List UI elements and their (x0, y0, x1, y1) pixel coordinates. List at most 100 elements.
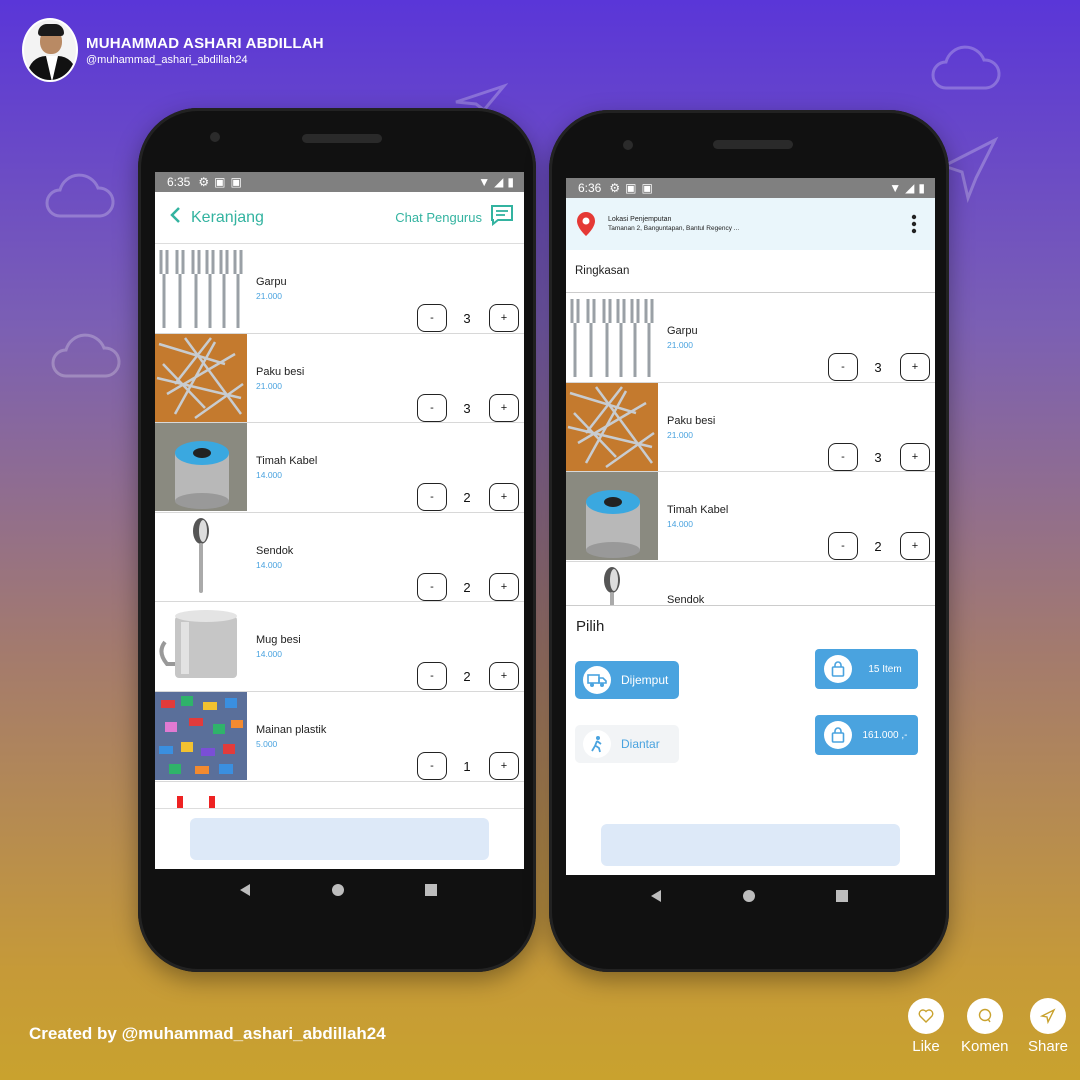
fork-image (155, 244, 247, 332)
decrease-button[interactable]: - (417, 572, 447, 601)
item-name: Paku besi (667, 414, 716, 427)
share-icon (1030, 998, 1067, 1034)
increase-button[interactable]: + (900, 442, 930, 471)
item-name: Timah Kabel (256, 455, 318, 468)
recents-nav-icon[interactable] (424, 883, 438, 897)
delivery-option-label: Diantar (621, 737, 660, 751)
avatar (22, 18, 78, 82)
increase-button[interactable]: + (489, 304, 519, 332)
front-camera (623, 140, 633, 150)
nails-image (566, 382, 658, 471)
recents-nav-icon[interactable] (835, 889, 849, 903)
like-action[interactable]: Like (908, 998, 944, 1055)
screen-checkout: 6:36 ⚙ ▣ ▣ ▼ ◢ ▮ Lokasi Penjemputan Tama… (566, 178, 935, 875)
item-price: 21.000 (667, 340, 693, 350)
fork-image (566, 293, 658, 381)
pickup-location-bar[interactable]: Lokasi Penjemputan Tamanan 2, Banguntapa… (566, 198, 935, 250)
back-nav-icon[interactable] (649, 889, 663, 903)
speaker-grill (713, 140, 793, 149)
item-price: 21.000 (667, 429, 693, 440)
signal-icon: ◢ (494, 175, 504, 189)
increase-button[interactable]: + (489, 662, 519, 691)
paper-plane-icon (940, 136, 999, 204)
status-bar: 6:36 ⚙ ▣ ▣ ▼ ◢ ▮ (566, 178, 935, 198)
checkout-button[interactable] (190, 818, 489, 860)
comment-action[interactable]: Komen (961, 998, 1009, 1055)
increase-button[interactable]: + (900, 353, 930, 381)
list-item: Paku besi 21.000 - 3 + (155, 333, 524, 424)
decrease-button[interactable]: - (828, 353, 858, 381)
confirm-order-button[interactable] (601, 824, 900, 866)
back-nav-icon[interactable] (238, 883, 252, 897)
wifi-icon: ▼ (889, 181, 902, 195)
spoon-image (155, 512, 247, 601)
quantity-value: 2 (874, 539, 882, 555)
list-item: Timah Kabel 14.000 - 2 + (155, 423, 524, 513)
decrease-button[interactable]: - (417, 304, 447, 332)
heart-icon (908, 998, 944, 1034)
mail-icon: ▣ (230, 175, 242, 189)
image-icon: ▣ (214, 175, 226, 189)
share-label: Share (1028, 1038, 1069, 1055)
speaker-grill (302, 134, 382, 143)
decrease-button[interactable]: - (417, 662, 447, 691)
location-address: Tamanan 2, Banguntapan, Bantul Regency .… (608, 225, 740, 232)
front-camera (210, 132, 220, 142)
signal-icon: ◢ (905, 181, 915, 195)
item-price: 14.000 (256, 649, 282, 660)
delivery-option-panel: Pilih Dijemput Diantar 15 Item 161.000 ,… (566, 605, 935, 875)
increase-button[interactable]: + (489, 483, 519, 512)
item-count: 15 Item (868, 663, 902, 675)
credit-text: Created by @muhammad_ashari_abdillah24 (29, 1024, 386, 1043)
increase-button[interactable]: + (489, 393, 519, 422)
summary-label: Ringkasan (566, 250, 935, 293)
decrease-button[interactable]: - (417, 393, 447, 422)
home-nav-icon[interactable] (331, 883, 345, 897)
android-nav-bar (609, 884, 889, 908)
cart-header: Keranjang Chat Pengurus (155, 192, 524, 244)
decrease-button[interactable]: - (417, 483, 447, 512)
share-action[interactable]: Share (1028, 998, 1068, 1055)
total-price-badge: 161.000 ,- (815, 715, 918, 755)
chat-icon[interactable] (490, 204, 514, 231)
shopping-bag-icon (824, 655, 852, 683)
home-nav-icon[interactable] (742, 889, 756, 903)
quantity-value: 2 (463, 579, 471, 595)
pickup-option-label: Dijemput (621, 673, 669, 687)
status-time: 6:35 (167, 175, 191, 189)
item-name: Paku besi (256, 365, 305, 378)
comment-label: Komen (961, 1038, 1009, 1055)
cart-list: Garpu 21.000 - 3 + Paku besi 21.000 - 3 … (155, 244, 524, 812)
item-name: Timah Kabel (667, 504, 729, 517)
author-handle: @muhammad_ashari_abdillah24 (86, 53, 248, 66)
increase-button[interactable]: + (489, 572, 519, 601)
decrease-button[interactable]: - (417, 751, 447, 780)
battery-icon: ▮ (918, 181, 925, 195)
item-price: 14.000 (256, 470, 282, 481)
like-label: Like (912, 1038, 940, 1055)
decrease-button[interactable]: - (828, 442, 858, 471)
android-nav-bar (198, 878, 478, 902)
item-price: 21.000 (256, 291, 282, 301)
increase-button[interactable]: + (900, 532, 930, 561)
item-name: Mug besi (256, 634, 301, 647)
item-name: Garpu (667, 325, 698, 337)
list-item: Timah Kabel 14.000 - 2 + (566, 472, 935, 562)
delivery-option-button[interactable]: Diantar (575, 725, 679, 763)
quantity-value: 3 (463, 400, 471, 416)
chat-pengurus-link[interactable]: Chat Pengurus (395, 210, 482, 225)
item-price: 14.000 (256, 559, 282, 570)
pickup-option-button[interactable]: Dijemput (575, 661, 679, 699)
shopping-bag-icon (824, 721, 852, 749)
quantity-value: 3 (874, 360, 882, 375)
back-arrow-icon[interactable] (169, 206, 181, 229)
quantity-value: 1 (463, 758, 471, 774)
item-price: 21.000 (256, 380, 282, 391)
decrease-button[interactable]: - (828, 532, 858, 561)
increase-button[interactable]: + (489, 751, 519, 780)
list-item: Garpu 21.000 - 3 + (566, 293, 935, 383)
mail-icon: ▣ (641, 181, 653, 195)
item-name: Sendok (256, 544, 294, 557)
item-price: 14.000 (667, 519, 693, 530)
more-vert-icon[interactable] (911, 214, 917, 234)
